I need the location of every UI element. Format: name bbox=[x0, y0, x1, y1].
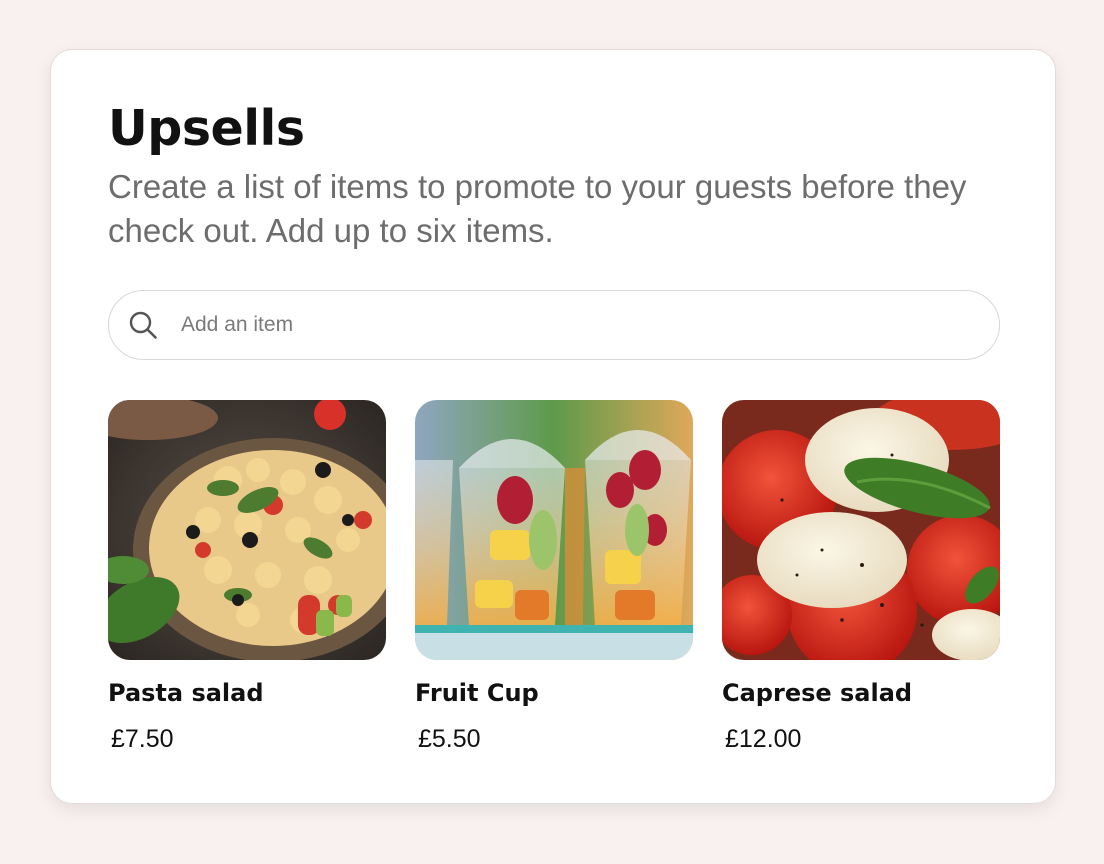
upsell-item-caprese-salad[interactable]: Caprese salad £12.00 bbox=[722, 400, 1000, 753]
item-price: £12.00 bbox=[725, 725, 802, 753]
pasta-salad-image bbox=[108, 400, 386, 660]
search-icon bbox=[127, 309, 159, 341]
caprese-salad-image bbox=[722, 400, 1000, 660]
page-description: Create a list of items to promote to you… bbox=[108, 168, 967, 249]
search-input[interactable] bbox=[179, 312, 943, 338]
page-title: Upsells bbox=[108, 100, 305, 157]
upsell-item-pasta-salad[interactable]: Pasta salad £7.50 bbox=[108, 400, 386, 753]
item-price: £7.50 bbox=[111, 725, 174, 753]
search-bar[interactable] bbox=[108, 290, 1000, 360]
fruit-cup-image bbox=[415, 400, 693, 660]
upsells-card: Upsells Create a list of items to promot… bbox=[50, 49, 1056, 804]
item-price: £5.50 bbox=[418, 725, 481, 753]
item-name: Caprese salad bbox=[722, 679, 913, 707]
upsell-item-fruit-cup[interactable]: Fruit Cup £5.50 bbox=[415, 400, 693, 753]
item-name: Fruit Cup bbox=[415, 679, 539, 707]
item-name: Pasta salad bbox=[108, 679, 264, 707]
